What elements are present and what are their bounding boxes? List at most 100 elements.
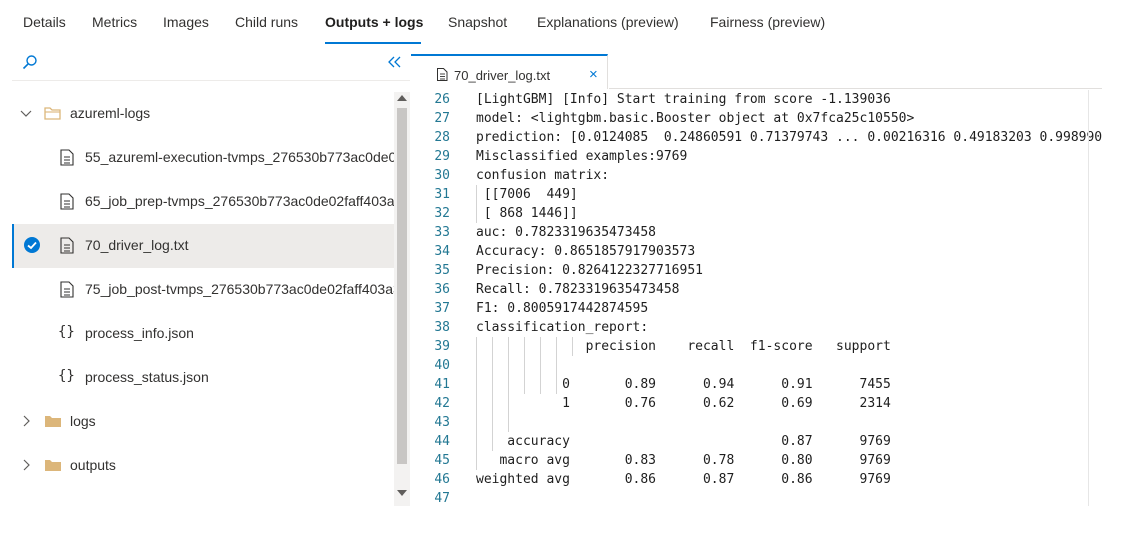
tree-file-process-status[interactable]: {} process_status.json: [12, 356, 394, 400]
line-number: 44: [434, 434, 450, 449]
line-number: 30: [434, 168, 450, 183]
tree-item-label: 70_driver_log.txt: [85, 237, 189, 253]
tab-snapshot[interactable]: Snapshot: [448, 14, 507, 30]
code-line: 34 Accuracy: 0.8651857917903573: [411, 242, 1102, 261]
line-text: [ 868 1446]]: [476, 206, 578, 221]
code-line: 36 Recall: 0.7823319635473458: [411, 280, 1102, 299]
code-line: 33 auc: 0.7823319635473458: [411, 223, 1102, 242]
code-line: 37 F1: 0.8005917442874595: [411, 299, 1102, 318]
code-line: 30 confusion matrix:: [411, 166, 1102, 185]
line-text: macro avg 0.83 0.78 0.80 9769: [476, 453, 891, 468]
scrollbar-thumb[interactable]: [397, 108, 407, 464]
line-number: 43: [434, 415, 450, 430]
tree-file-job-prep-log[interactable]: 65_job_prep-tvmps_276530b773ac0de02faff4…: [12, 180, 394, 224]
line-number: 32: [434, 206, 450, 221]
tree-file-driver-log[interactable]: 70_driver_log.txt: [12, 224, 394, 268]
code-line: 26 [LightGBM] [Info] Start training from …: [411, 90, 1102, 109]
line-text: Accuracy: 0.8651857917903573: [476, 244, 696, 259]
code-line: 41 0 0.89 0.94 0.91 7455: [411, 375, 1102, 394]
line-text: model: <lightgbm.basic.Booster object at…: [476, 111, 915, 126]
tab-outputs-logs[interactable]: Outputs + logs: [325, 14, 423, 30]
tree-item-label: 55_azureml-execution-tvmps_276530b773ac0…: [85, 149, 394, 165]
line-number: 36: [434, 282, 450, 297]
scroll-up-arrow-icon[interactable]: [397, 95, 407, 101]
page-right-margin: [1102, 0, 1126, 536]
line-text: 1 0.76 0.62 0.69 2314: [476, 396, 891, 411]
line-text: F1: 0.8005917442874595: [476, 301, 649, 316]
code-line: 28 prediction: [0.0124085 0.24860591 0.71…: [411, 128, 1102, 147]
line-text: classification_report:: [476, 320, 649, 335]
line-number: 28: [434, 130, 450, 145]
line-number: 33: [434, 225, 450, 240]
editor-file-tab[interactable]: 70_driver_log.txt ×: [411, 54, 608, 89]
editor-tab-label: 70_driver_log.txt: [454, 68, 551, 83]
code-line: 35 Precision: 0.8264122327716951: [411, 261, 1102, 280]
line-text: prediction: [0.0124085 0.24860591 0.7137…: [476, 130, 1102, 145]
line-text: precision recall f1-score support: [476, 339, 891, 354]
document-icon: [60, 281, 74, 298]
line-number: 38: [434, 320, 450, 335]
line-text: accuracy 0.87 9769: [476, 434, 891, 449]
run-tabs: Details Metrics Images Child runs Output…: [0, 0, 1126, 46]
tree-file-process-info[interactable]: {} process_info.json: [12, 312, 394, 356]
line-number: 41: [434, 377, 450, 392]
code-area[interactable]: 26 [LightGBM] [Info] Start training from …: [411, 90, 1102, 506]
code-line: 32 [ 868 1446]]: [411, 204, 1102, 223]
line-text: auc: 0.7823319635473458: [476, 225, 657, 240]
chevron-right-icon[interactable]: [20, 415, 32, 427]
document-icon: [60, 193, 74, 210]
double-chevron-left-icon[interactable]: [386, 54, 402, 70]
code-line: 43: [411, 413, 1102, 432]
line-text: Misclassified examples:9769: [476, 149, 688, 164]
line-text: 0 0.89 0.94 0.91 7455: [476, 377, 891, 392]
tab-details[interactable]: Details: [23, 14, 66, 30]
scroll-down-arrow-icon[interactable]: [397, 490, 407, 496]
code-line: 40: [411, 356, 1102, 375]
tab-fairness[interactable]: Fairness (preview): [710, 14, 825, 30]
json-braces-icon: {}: [58, 324, 75, 340]
tree-folder-outputs[interactable]: outputs: [12, 444, 394, 488]
tree-scrollbar[interactable]: [394, 92, 410, 506]
line-number: 27: [434, 111, 450, 126]
overview-ruler: [1088, 90, 1089, 506]
code-line: 46 weighted avg 0.86 0.87 0.86 9769: [411, 470, 1102, 489]
tree-item-label: 75_job_post-tvmps_276530b773ac0de02faff4…: [85, 281, 394, 297]
line-number: 45: [434, 453, 450, 468]
tab-metrics[interactable]: Metrics: [92, 14, 137, 30]
tree-toolbar: [12, 46, 410, 81]
file-tree-pane: azureml-logs 55_azureml-execution-tvmps_…: [12, 46, 410, 506]
tree-file-execution-log[interactable]: 55_azureml-execution-tvmps_276530b773ac0…: [12, 136, 394, 180]
line-text: Precision: 0.8264122327716951: [476, 263, 703, 278]
code-line: 44 accuracy 0.87 9769: [411, 432, 1102, 451]
folder-icon: [45, 416, 61, 427]
chevron-down-icon[interactable]: [20, 107, 32, 119]
code-line: 42 1 0.76 0.62 0.69 2314: [411, 394, 1102, 413]
tab-child-runs[interactable]: Child runs: [235, 14, 298, 30]
code-line: 31 [[7006 449]: [411, 185, 1102, 204]
tree-item-label: 65_job_prep-tvmps_276530b773ac0de02faff4…: [85, 193, 394, 209]
tab-images[interactable]: Images: [163, 14, 209, 30]
folder-open-icon: [44, 107, 61, 120]
line-text: Recall: 0.7823319635473458: [476, 282, 680, 297]
tree-folder-logs[interactable]: logs: [12, 400, 394, 444]
line-number: 46: [434, 472, 450, 487]
line-number: 39: [434, 339, 450, 354]
line-text: [LightGBM] [Info] Start training from sc…: [476, 92, 891, 107]
close-icon[interactable]: ×: [589, 66, 598, 83]
log-viewer: 70_driver_log.txt × 26 [LightGBM] [Info] …: [411, 54, 1102, 506]
search-icon[interactable]: [22, 54, 38, 70]
tree-folder-azureml-logs[interactable]: azureml-logs: [12, 92, 394, 136]
document-icon: [437, 68, 448, 81]
line-number: 34: [434, 244, 450, 259]
line-text: weighted avg 0.86 0.87 0.86 9769: [476, 472, 891, 487]
folder-icon: [45, 460, 61, 471]
tab-explanations[interactable]: Explanations (preview): [537, 14, 679, 30]
line-number: 31: [434, 187, 450, 202]
tree-item-label: logs: [70, 413, 96, 429]
line-number: 29: [434, 149, 450, 164]
code-line: 39 precision recall f1-score support: [411, 337, 1102, 356]
tree-file-job-post-log[interactable]: 75_job_post-tvmps_276530b773ac0de02faff4…: [12, 268, 394, 312]
active-tab-indicator: [325, 42, 421, 44]
chevron-right-icon[interactable]: [20, 459, 32, 471]
tree-item-label: process_info.json: [85, 325, 194, 341]
